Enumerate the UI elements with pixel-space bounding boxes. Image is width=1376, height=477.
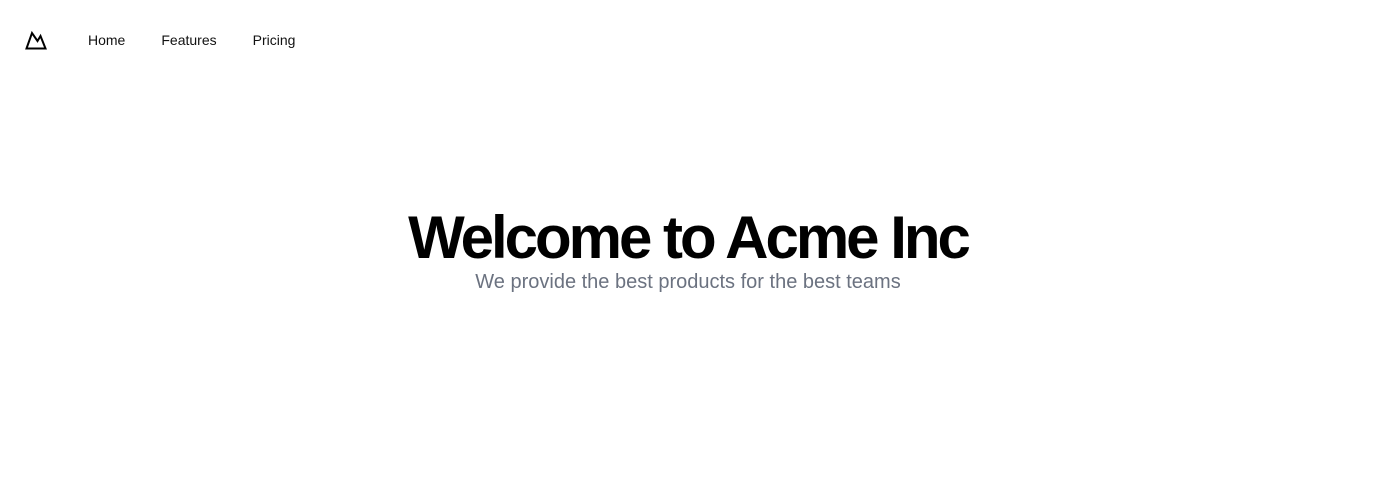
hero-subtitle: We provide the best products for the bes… <box>475 271 901 293</box>
nav-link-home[interactable]: Home <box>88 30 125 50</box>
nav-link-features[interactable]: Features <box>161 30 216 50</box>
landing-page: Home Features Pricing Welcome to Acme In… <box>0 0 1376 477</box>
mountain-logo-icon <box>25 30 47 50</box>
top-navbar: Home Features Pricing <box>0 0 1376 80</box>
hero-section: Welcome to Acme Inc We provide the best … <box>0 200 1376 296</box>
logo-link[interactable] <box>24 28 48 52</box>
hero-title: Welcome to Acme Inc <box>408 204 971 271</box>
main-nav: Home Features Pricing <box>88 30 295 50</box>
nav-link-pricing[interactable]: Pricing <box>253 30 296 50</box>
